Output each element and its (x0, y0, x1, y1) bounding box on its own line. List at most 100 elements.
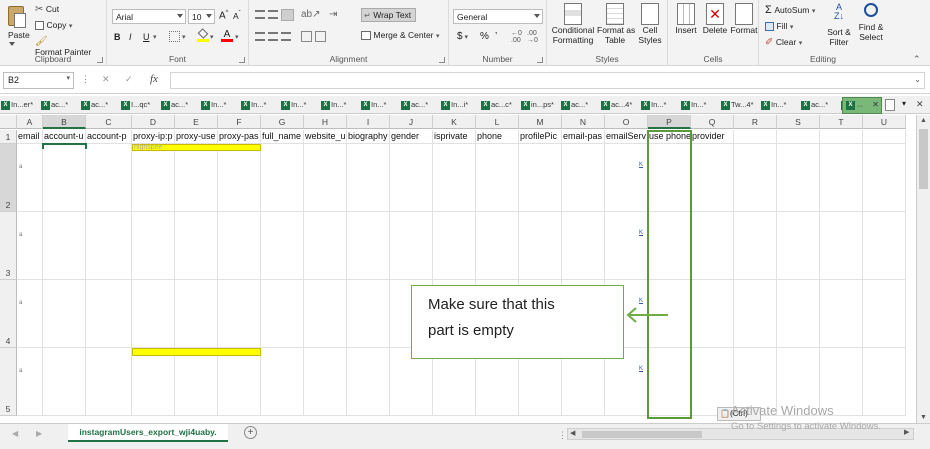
confirm-entry-button[interactable]: ✓ (125, 74, 133, 85)
cell-e3[interactable] (175, 212, 218, 280)
cell-c5[interactable] (86, 348, 132, 416)
cell-f3[interactable] (218, 212, 261, 280)
italic-button[interactable]: I (129, 32, 132, 42)
workbook-tab[interactable]: Xac...* (560, 97, 600, 113)
workbook-tab[interactable]: X In...er* (0, 97, 40, 113)
cell-o2[interactable] (605, 144, 648, 212)
column-header-p[interactable]: P (648, 115, 691, 129)
align-center-icon[interactable] (268, 32, 278, 41)
align-right-icon[interactable] (281, 32, 291, 41)
column-header-e[interactable]: E (175, 115, 218, 129)
cell-l2[interactable] (476, 144, 519, 212)
workbook-tab[interactable]: Xac...* (400, 97, 440, 113)
close-tab-icon[interactable]: ✕ (872, 100, 879, 109)
workbook-tab[interactable]: X In...* (320, 97, 360, 113)
cancel-entry-button[interactable]: ✕ (102, 74, 110, 85)
workbook-tab[interactable]: Xac...4* (600, 97, 640, 113)
header-cell-d[interactable]: proxy-ip:p (132, 130, 175, 144)
underline-button[interactable]: U (143, 32, 150, 42)
column-header-d[interactable]: D (132, 115, 175, 129)
header-cell-q[interactable]: provider (691, 130, 734, 144)
alignment-launcher-icon[interactable] (439, 57, 445, 63)
tab-split-handle-icon[interactable]: ⋮ (558, 430, 567, 441)
indent-icon[interactable]: ⇥ (329, 9, 337, 20)
cell-b3[interactable] (43, 212, 86, 280)
header-cell-b[interactable]: account-u (43, 130, 86, 144)
sheet-tab-active[interactable]: instagramUsers_export_wji4uaby. (68, 424, 228, 442)
font-name-combo[interactable]: Arial (112, 9, 186, 24)
cell-h3[interactable] (304, 212, 347, 280)
workbook-tab[interactable]: Xin...ps* (520, 97, 560, 113)
cell-o-link-mark[interactable]: K (639, 162, 643, 168)
workbook-tab[interactable]: X I...qc* (120, 97, 160, 113)
cell-a4[interactable] (17, 280, 43, 348)
fill-color-icon[interactable] (197, 28, 209, 42)
sheet-prev-icon[interactable]: ◀ (12, 429, 18, 438)
cell-k3[interactable] (433, 212, 476, 280)
orientation-icon[interactable]: ab↗ (301, 9, 321, 20)
bottom-align-icon[interactable] (281, 9, 294, 21)
increase-decimal-icon[interactable]: ←0.00 (511, 30, 522, 44)
insert-function-button[interactable]: fx (150, 73, 158, 85)
cut-button[interactable]: ✂ Cut (35, 4, 59, 16)
underline-dropdown-icon[interactable]: ▾ (153, 33, 157, 41)
workbook-tab[interactable]: X In...* (640, 97, 680, 113)
row-header-3[interactable]: 3 (0, 212, 17, 280)
shrink-font-button[interactable]: Aˇ (233, 11, 241, 21)
wrap-text-button[interactable]: ↵ Wrap Text (361, 8, 416, 22)
header-cell-f[interactable]: proxy-pas (218, 130, 261, 144)
collapse-ribbon-icon[interactable]: ⌃ (913, 54, 921, 65)
column-header-a[interactable]: A (17, 115, 43, 129)
copy-button[interactable]: Copy ▾ (35, 20, 72, 32)
cell-g3[interactable] (261, 212, 304, 280)
fill-button[interactable]: Fill ▾ (765, 21, 793, 32)
cell-c2[interactable] (86, 144, 132, 212)
cell-j2[interactable] (390, 144, 433, 212)
top-align-icon[interactable] (255, 10, 265, 19)
column-header-t[interactable]: T (820, 115, 863, 129)
cell-q2[interactable] (691, 144, 734, 212)
cell-h4[interactable] (304, 280, 347, 348)
column-header-g[interactable]: G (261, 115, 304, 129)
cell-t3[interactable] (820, 212, 863, 280)
cell-b5[interactable] (43, 348, 86, 416)
cell-q4[interactable] (691, 280, 734, 348)
horizontal-scroll-thumb[interactable] (582, 431, 702, 438)
find-select-button[interactable]: Find & Select (856, 3, 886, 51)
number-format-combo[interactable]: General (453, 9, 543, 24)
scroll-left-icon[interactable]: ◀ (570, 429, 575, 437)
insert-button[interactable]: Insert (672, 3, 700, 43)
cell-n3[interactable] (562, 212, 605, 280)
vertical-scrollbar[interactable]: ▲ ▼ (916, 115, 930, 423)
cell-u3[interactable] (863, 212, 906, 280)
cell-a5[interactable] (17, 348, 43, 416)
workbook-tab[interactable]: X In...i* (440, 97, 480, 113)
merge-dropdown-icon[interactable]: ▾ (436, 33, 440, 40)
percent-button[interactable]: % (480, 31, 489, 42)
merge-center-button[interactable]: Merge & Center ▾ (361, 30, 440, 44)
workbook-tab[interactable]: X In...* (200, 97, 240, 113)
borders-dropdown-icon[interactable]: ▾ (182, 33, 186, 41)
column-header-s[interactable]: S (777, 115, 820, 129)
header-cell-u[interactable] (863, 130, 906, 144)
cell-j3[interactable] (390, 212, 433, 280)
cell-n2[interactable] (562, 144, 605, 212)
cell-i4[interactable] (347, 280, 390, 348)
cell-i3[interactable] (347, 212, 390, 280)
cell-d5[interactable] (132, 348, 175, 416)
cell-k2[interactable] (433, 144, 476, 212)
cell-g5[interactable] (261, 348, 304, 416)
cell-u2[interactable] (863, 144, 906, 212)
header-cell-l[interactable]: phone (476, 130, 519, 144)
name-box[interactable]: B2 ▾ (3, 72, 74, 89)
paste-button[interactable]: Paste (8, 30, 30, 40)
cell-c4[interactable] (86, 280, 132, 348)
cell-g2[interactable] (261, 144, 304, 212)
scroll-down-icon[interactable]: ▼ (920, 414, 927, 421)
column-header-o[interactable]: O (605, 115, 648, 129)
cell-e2[interactable] (175, 144, 218, 212)
column-header-m[interactable]: M (519, 115, 562, 129)
cell-f4[interactable] (218, 280, 261, 348)
column-header-q[interactable]: Q (691, 115, 734, 129)
header-cell-m[interactable]: profilePic (519, 130, 562, 144)
